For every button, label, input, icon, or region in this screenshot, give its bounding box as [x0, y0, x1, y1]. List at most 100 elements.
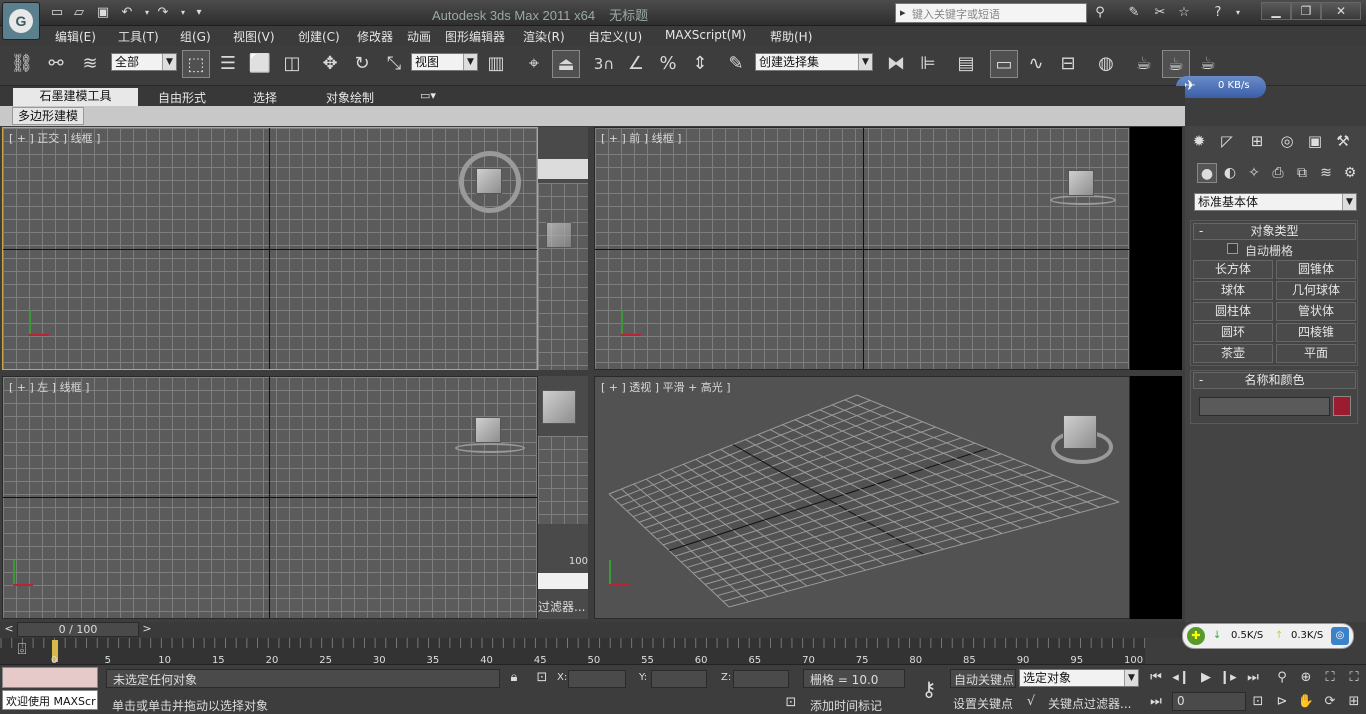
- app-logo-button[interactable]: G: [2, 2, 40, 40]
- y-coordinate-input[interactable]: [651, 670, 707, 688]
- zoom-icon[interactable]: ⚲: [1272, 668, 1292, 688]
- viewcube-icon[interactable]: [1063, 415, 1097, 449]
- tab-graphite-modeling[interactable]: 石墨建模工具: [13, 88, 138, 106]
- zoom-all-icon[interactable]: ⊕: [1296, 668, 1316, 688]
- select-by-name-icon[interactable]: ☰: [214, 50, 242, 78]
- search-input[interactable]: 键入关键字或短语: [895, 3, 1087, 23]
- viewport-front-label[interactable]: [ + ] 前 ] 线框 ]: [601, 130, 681, 146]
- undo-icon[interactable]: ↶: [118, 4, 136, 22]
- key-filters-button[interactable]: 关键点过滤器...: [1048, 695, 1131, 712]
- render-production-icon[interactable]: ☕: [1194, 50, 1222, 78]
- motion-tab-icon[interactable]: ◎: [1276, 130, 1298, 152]
- maximize-viewport-icon[interactable]: ⊞: [1344, 692, 1364, 712]
- select-and-link-icon[interactable]: ⛓: [8, 50, 36, 78]
- tab-freeform[interactable]: 自由形式: [158, 89, 206, 106]
- bind-to-space-warp-icon[interactable]: ≋: [76, 50, 104, 78]
- unlink-selection-icon[interactable]: ⚯: [42, 50, 70, 78]
- window-crossing-icon[interactable]: ◫: [278, 50, 306, 78]
- graphite-toggle-icon[interactable]: ▭: [990, 50, 1018, 78]
- subscription-key-icon[interactable]: ✎: [1124, 4, 1144, 22]
- viewport-top-label[interactable]: [ + ] 正交 ] 线框 ]: [9, 130, 100, 146]
- maxscript-listener-mini[interactable]: [2, 667, 98, 688]
- play-icon[interactable]: ▶: [1196, 668, 1216, 688]
- ribbon-options-icon[interactable]: ▭▾: [420, 89, 436, 102]
- goto-end-icon[interactable]: ⏭: [1243, 668, 1263, 688]
- viewport-left[interactable]: [ + ] 左 ] 线框 ]: [2, 376, 538, 619]
- key-filter-icon[interactable]: √: [1021, 692, 1041, 712]
- align-icon[interactable]: ⊫: [914, 50, 942, 78]
- menu-customize[interactable]: 自定义(U): [588, 28, 642, 45]
- viewport-top[interactable]: [ + ] 正交 ] 线框 ]: [2, 127, 538, 370]
- help-icon[interactable]: ?: [1208, 4, 1228, 22]
- lights-icon[interactable]: ✧: [1244, 163, 1264, 183]
- create-tab-icon[interactable]: ✹: [1188, 130, 1210, 152]
- previous-frame-icon[interactable]: ◂❙: [1171, 668, 1191, 688]
- monitor-app-icon[interactable]: ◎: [1331, 627, 1349, 645]
- zoom-extents-all-icon[interactable]: ⛶: [1344, 668, 1364, 688]
- helpers-icon[interactable]: ⧉: [1292, 163, 1312, 183]
- side-fragment-filter[interactable]: 过滤器...: [538, 598, 585, 615]
- minimize-button[interactable]: ▁: [1261, 2, 1291, 20]
- spinner-snap-icon[interactable]: ⇕: [686, 50, 714, 78]
- select-manipulate-icon[interactable]: ⌖: [520, 50, 548, 78]
- hierarchy-tab-icon[interactable]: ⊞: [1246, 130, 1268, 152]
- key-mode-toggle-icon[interactable]: ⏭: [1146, 692, 1166, 712]
- save-file-icon[interactable]: ▣: [94, 4, 112, 22]
- menu-maxscript[interactable]: MAXScript(M): [665, 28, 746, 42]
- viewport-left-label[interactable]: [ + ] 左 ] 线框 ]: [9, 379, 89, 395]
- viewcube-icon[interactable]: [475, 417, 501, 443]
- systems-icon[interactable]: ⚙: [1340, 163, 1360, 183]
- time-slider[interactable]: 0 / 100: [17, 622, 139, 637]
- orbit-icon[interactable]: ⟳: [1320, 692, 1340, 712]
- menu-views[interactable]: 视图(V): [233, 28, 275, 45]
- time-config-icon[interactable]: ⊡: [1248, 692, 1268, 712]
- percent-snap-icon[interactable]: %: [654, 50, 682, 78]
- next-frame-icon[interactable]: ❙▸: [1218, 668, 1238, 688]
- tab-selection[interactable]: 选择: [253, 89, 277, 106]
- keyboard-shortcut-override-icon[interactable]: ⏏: [552, 50, 580, 78]
- reference-coordinate-dropdown[interactable]: 视图 ▼: [411, 53, 478, 71]
- layer-manager-icon[interactable]: ▤: [952, 50, 980, 78]
- modify-tab-icon[interactable]: ◸: [1216, 130, 1238, 152]
- curve-editor-icon[interactable]: ∿: [1022, 50, 1050, 78]
- viewport-perspective[interactable]: [ + ] 透视 ] 平滑 + 高光 ]: [594, 376, 1130, 619]
- rendered-frame-icon[interactable]: ☕: [1162, 50, 1190, 78]
- angle-snap-icon[interactable]: ∠: [622, 50, 650, 78]
- time-tag-icon[interactable]: ⊡: [781, 693, 801, 713]
- close-button[interactable]: ✕: [1321, 2, 1361, 20]
- menu-tools[interactable]: 工具(T): [118, 28, 159, 45]
- add-time-tag[interactable]: 添加时间标记: [810, 697, 882, 714]
- menu-help[interactable]: 帮助(H): [770, 28, 812, 45]
- viewport-front[interactable]: [ + ] 前 ] 线框 ]: [594, 127, 1130, 370]
- time-prev-icon[interactable]: <: [2, 622, 16, 637]
- shapes-icon[interactable]: ◐: [1220, 163, 1240, 183]
- material-editor-icon[interactable]: ◍: [1092, 50, 1120, 78]
- menu-graph-editors[interactable]: 图形编辑器: [445, 28, 505, 45]
- redo-icon[interactable]: ↷: [154, 4, 172, 22]
- menu-edit[interactable]: 编辑(E): [55, 28, 96, 45]
- select-object-icon[interactable]: ⬚: [182, 50, 210, 78]
- quick-access-customize-icon[interactable]: ▾: [190, 4, 208, 22]
- binoculars-icon[interactable]: ⚲: [1090, 4, 1110, 22]
- help-dropdown-icon[interactable]: ▾: [1228, 4, 1248, 22]
- render-setup-icon[interactable]: ☕: [1130, 50, 1158, 78]
- auto-key-button[interactable]: 自动关键点: [950, 669, 1016, 688]
- selection-lock-icon[interactable]: 🔒︎: [504, 668, 524, 688]
- zoom-extents-icon[interactable]: ⛶: [1320, 668, 1340, 688]
- select-and-scale-icon[interactable]: ⤡: [380, 50, 408, 78]
- edit-named-selection-icon[interactable]: ✎: [722, 50, 750, 78]
- favorites-star-icon[interactable]: ☆: [1174, 4, 1194, 22]
- menu-group[interactable]: 组(G): [180, 28, 211, 45]
- viewcube-icon[interactable]: [1068, 170, 1094, 196]
- time-next-icon[interactable]: >: [140, 622, 154, 637]
- current-frame-input[interactable]: 0: [1172, 692, 1246, 711]
- snap-toggle-icon[interactable]: 3∩: [590, 50, 618, 78]
- open-file-icon[interactable]: ▱: [70, 4, 88, 22]
- pivot-center-icon[interactable]: ▥: [482, 50, 510, 78]
- key-mode-dropdown[interactable]: 选定对象 ▼: [1019, 669, 1139, 687]
- schematic-view-icon[interactable]: ⊟: [1054, 50, 1082, 78]
- space-warps-icon[interactable]: ≋: [1316, 163, 1336, 183]
- tab-object-paint[interactable]: 对象绘制: [326, 89, 374, 106]
- selection-filter-dropdown[interactable]: 全部 ▼: [111, 53, 177, 71]
- goto-start-icon[interactable]: ⏮: [1146, 668, 1166, 688]
